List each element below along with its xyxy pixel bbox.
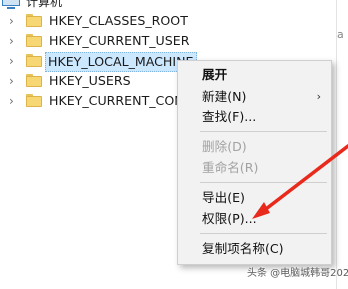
pane-divider[interactable] — [336, 0, 337, 289]
tree-item-hkey-current-config[interactable]: › HKEY_CURRENT_CON — [0, 91, 200, 111]
right-pane-partial-text: a — [337, 28, 344, 41]
tree-item-label: HKEY_CLASSES_ROOT — [49, 13, 188, 28]
expand-chevron-icon[interactable]: › — [9, 34, 14, 48]
tree-item-hkey-current-user[interactable]: › HKEY_CURRENT_USER — [0, 31, 200, 51]
menu-item-label: 重命名(R) — [202, 160, 259, 175]
tree-item-label: HKEY_CURRENT_USER — [49, 33, 190, 48]
expand-chevron-icon[interactable]: › — [9, 94, 14, 108]
tree-item-label: HKEY_CURRENT_CON — [49, 93, 184, 108]
tree-root-label: 计算机 — [26, 0, 63, 9]
expand-chevron-icon[interactable]: › — [9, 14, 14, 28]
expand-chevron-icon[interactable]: › — [9, 54, 14, 68]
computer-icon — [2, 0, 20, 9]
menu-item-label: 复制项名称(C) — [202, 241, 284, 256]
watermark: 头条 @电脑城韩哥2020 — [247, 268, 348, 279]
menu-item-label: 导出(E) — [202, 190, 245, 205]
tree-root-computer[interactable]: 计算机 — [0, 0, 62, 9]
menu-item-permissions[interactable]: 权限(P)... — [178, 209, 331, 229]
tree-item-hkey-local-machine[interactable]: › HKEY_LOCAL_MACHINE — [0, 51, 200, 72]
menu-separator — [200, 233, 327, 234]
menu-item-delete[interactable]: 删除(D) — [178, 137, 331, 157]
expand-chevron-icon[interactable]: › — [9, 74, 14, 88]
menu-item-new[interactable]: 新建(N) › — [178, 87, 331, 107]
menu-separator — [200, 182, 327, 183]
menu-item-expand[interactable]: 展开 — [178, 65, 331, 85]
folder-icon — [26, 34, 42, 47]
context-menu: 展开 新建(N) › 查找(F)... 删除(D) 重命名(R) 导出(E) 权… — [177, 60, 332, 265]
folder-icon — [26, 94, 42, 107]
menu-item-find[interactable]: 查找(F)... — [178, 107, 331, 127]
tree-item-label-selected: HKEY_LOCAL_MACHINE — [45, 52, 197, 72]
menu-item-label: 查找(F)... — [202, 109, 257, 124]
menu-item-label: 权限(P)... — [202, 211, 257, 226]
tree-item-label: HKEY_USERS — [49, 73, 131, 88]
menu-item-copy-key-name[interactable]: 复制项名称(C) — [178, 239, 331, 259]
menu-item-export[interactable]: 导出(E) — [178, 188, 331, 208]
menu-item-label: 展开 — [202, 67, 228, 82]
menu-item-label: 删除(D) — [202, 139, 247, 154]
submenu-arrow-icon: › — [316, 90, 321, 103]
folder-icon — [26, 54, 42, 67]
tree-item-hkey-users[interactable]: › HKEY_USERS — [0, 71, 200, 91]
folder-icon — [26, 74, 42, 87]
menu-item-label: 新建(N) — [202, 89, 247, 104]
folder-icon — [26, 14, 42, 27]
tree-item-hkey-classes-root[interactable]: › HKEY_CLASSES_ROOT — [0, 11, 200, 31]
menu-separator — [200, 131, 327, 132]
menu-item-rename[interactable]: 重命名(R) — [178, 158, 331, 178]
